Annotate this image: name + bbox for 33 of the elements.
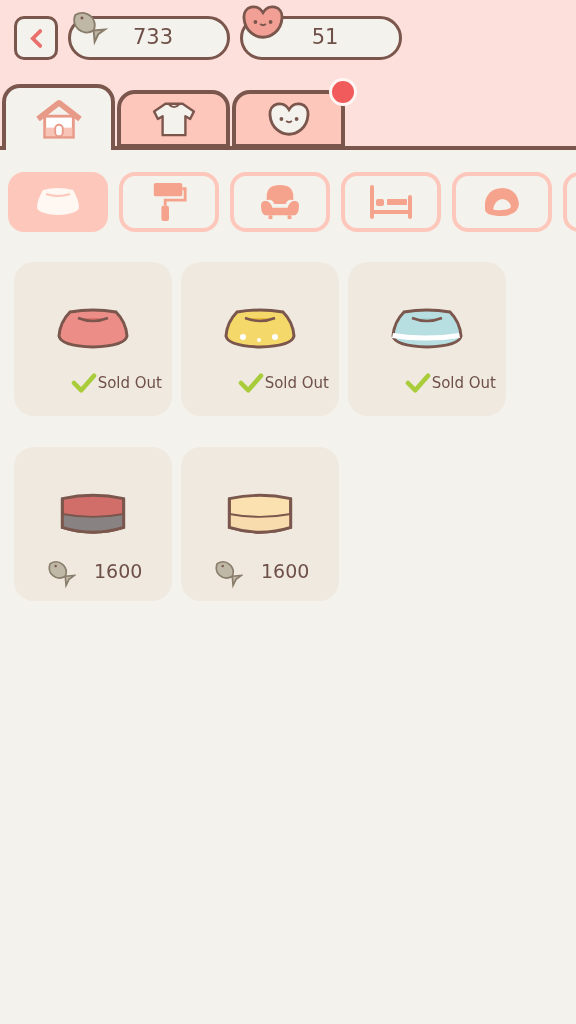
category-tab[interactable] bbox=[117, 90, 230, 148]
category-tab[interactable] bbox=[232, 90, 345, 148]
checkmark-icon bbox=[237, 373, 264, 394]
shop-item-card[interactable]: Sold Out bbox=[14, 262, 172, 416]
shop-item-card[interactable]: Sold Out bbox=[181, 262, 339, 416]
filter-button[interactable] bbox=[119, 172, 219, 232]
checkmark-icon bbox=[70, 373, 97, 394]
price-label: 1600 bbox=[261, 558, 310, 584]
sold-out-label: Sold Out bbox=[97, 373, 162, 394]
filter-button[interactable] bbox=[341, 172, 441, 232]
filter-button[interactable] bbox=[230, 172, 330, 232]
shop-item-card[interactable]: 1600 bbox=[181, 447, 339, 601]
bed-icon bbox=[368, 185, 414, 219]
pet-bowl-icon bbox=[59, 491, 127, 537]
checkmark-icon bbox=[404, 373, 431, 394]
filter-button[interactable] bbox=[452, 172, 552, 232]
armchair-icon bbox=[259, 183, 301, 221]
heart-face-icon bbox=[240, 3, 286, 41]
pet-bowl-icon bbox=[223, 308, 297, 350]
pet-bowl-icon bbox=[226, 491, 294, 537]
category-tab[interactable] bbox=[2, 84, 115, 150]
pet-bowl-icon bbox=[56, 308, 130, 350]
pet-bowl-icon bbox=[390, 308, 464, 350]
back-button[interactable] bbox=[14, 16, 58, 60]
bowl-icon bbox=[35, 186, 81, 218]
filter-button[interactable] bbox=[8, 172, 108, 232]
shop-item-card[interactable]: Sold Out bbox=[348, 262, 506, 416]
shirt-icon bbox=[151, 100, 196, 138]
sold-out-label: Sold Out bbox=[264, 373, 329, 394]
sold-out-label: Sold Out bbox=[431, 373, 496, 394]
shop-item-card[interactable]: 1600 bbox=[14, 447, 172, 601]
price-label: 1600 bbox=[94, 558, 143, 584]
house-icon bbox=[34, 99, 83, 141]
